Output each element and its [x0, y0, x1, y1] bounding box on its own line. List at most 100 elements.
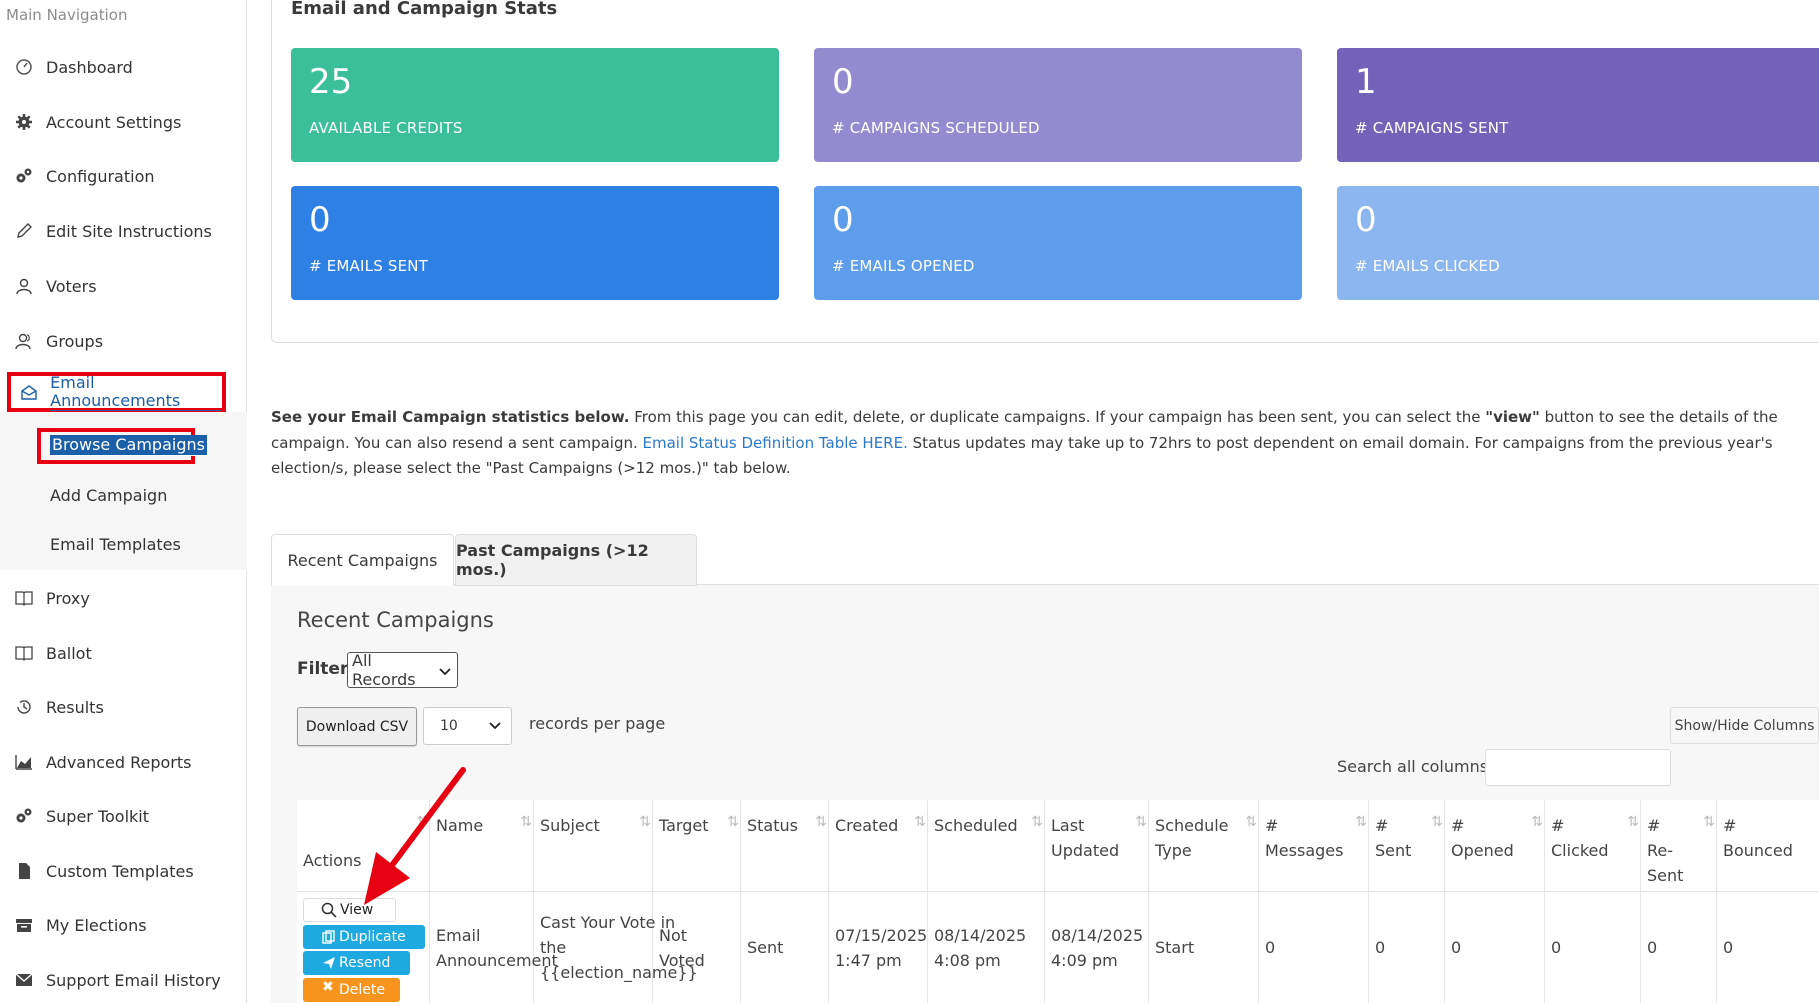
- sidebar-item-ballot[interactable]: Ballot: [0, 633, 247, 673]
- table-header-subject[interactable]: Subject ⇅: [534, 800, 653, 892]
- close-icon: ✖: [322, 979, 334, 995]
- stats-title: Email and Campaign Stats: [291, 0, 558, 19]
- header-label: Actions: [303, 851, 362, 870]
- gears-icon: [14, 806, 34, 826]
- chevron-down-icon: [439, 661, 451, 680]
- sort-icon: ⇅: [727, 814, 739, 830]
- table-header-created[interactable]: Created ⇅: [829, 800, 928, 892]
- sidebar-item-dashboard[interactable]: Dashboard: [0, 47, 247, 87]
- sort-icon: ⇅: [1031, 814, 1043, 830]
- table-cell-messages: 0: [1259, 892, 1369, 1003]
- stat-value: 1: [1355, 62, 1377, 102]
- email-status-link[interactable]: Email Status Definition Table HERE.: [643, 434, 908, 452]
- sidebar-item-account-settings[interactable]: Account Settings: [0, 102, 247, 142]
- sidebar-item-results[interactable]: Results: [0, 687, 247, 727]
- duplicate-label: Duplicate: [339, 929, 406, 945]
- sidebar-item-edit-site-instructions[interactable]: Edit Site Instructions: [0, 211, 247, 251]
- description-view-word: "view": [1485, 408, 1540, 426]
- duplicate-button[interactable]: Duplicate: [303, 925, 425, 949]
- submenu-item-email-templates[interactable]: Email Templates: [50, 535, 181, 554]
- sort-icon: ⇅: [520, 814, 532, 830]
- tab-past-campaigns[interactable]: Past Campaigns (>12 mos.): [455, 534, 697, 586]
- resend-label: Resend: [339, 955, 391, 971]
- header-label: # Messages: [1265, 816, 1344, 860]
- sidebar-item-support-email-history[interactable]: Support Email History: [0, 960, 247, 1000]
- header-label: # Clicked: [1551, 816, 1609, 860]
- tab-recent-campaigns[interactable]: Recent Campaigns: [271, 534, 454, 586]
- sidebar-item-label: Configuration: [46, 166, 155, 186]
- download-csv-button[interactable]: Download CSV: [297, 707, 417, 746]
- history-icon: [14, 697, 34, 717]
- delete-label: Delete: [339, 982, 385, 998]
- header-label: Subject: [540, 816, 600, 835]
- submenu-item-browse-campaigns[interactable]: Browse Campaigns: [50, 435, 207, 456]
- sort-icon: ⇅: [1245, 814, 1257, 830]
- table-header-scheduled[interactable]: Scheduled ⇅: [928, 800, 1045, 892]
- sidebar-item-my-elections[interactable]: My Elections: [0, 905, 247, 945]
- search-input[interactable]: [1485, 749, 1671, 786]
- sidebar-item-label: Dashboard: [46, 57, 133, 77]
- gears-icon: [14, 166, 34, 186]
- chevron-down-icon: [489, 718, 501, 734]
- sidebar-item-configuration[interactable]: Configuration: [0, 156, 247, 196]
- table-cell-clicked: 0: [1545, 892, 1641, 1003]
- header-label: Name: [436, 816, 484, 835]
- view-button[interactable]: View: [303, 898, 396, 922]
- stat-label: # EMAILS SENT: [309, 257, 429, 275]
- table-header-target[interactable]: Target ⇅: [653, 800, 741, 892]
- users-icon: [14, 331, 34, 351]
- stat-value: 0: [309, 200, 331, 240]
- sidebar-item-advanced-reports[interactable]: Advanced Reports: [0, 742, 247, 782]
- table-header-messages[interactable]: # Messages ⇅: [1259, 800, 1369, 892]
- header-label: # Opened: [1451, 816, 1514, 860]
- submenu-item-add-campaign[interactable]: Add Campaign: [50, 486, 167, 505]
- sidebar-item-label: Advanced Reports: [46, 752, 192, 772]
- paper-plane-icon: [323, 957, 335, 969]
- table-header-resent[interactable]: # Re-Sent ⇅: [1641, 800, 1717, 892]
- dashboard-icon: [14, 57, 34, 77]
- table-header-name[interactable]: Name ⇅: [430, 800, 534, 892]
- filter-select[interactable]: All Records: [347, 651, 458, 689]
- resend-button[interactable]: Resend: [303, 951, 410, 975]
- table-header-sent[interactable]: # Sent ⇅: [1369, 800, 1445, 892]
- sidebar-item-label: Email Announcements: [50, 373, 222, 411]
- description-text: From this page you can edit, delete, or …: [629, 408, 1486, 426]
- sidebar-item-groups[interactable]: Groups: [0, 321, 247, 361]
- table-cell-last-updated: 08/14/2025 4:09 pm: [1045, 892, 1149, 1003]
- records-per-page-select[interactable]: 10: [423, 707, 512, 745]
- user-icon: [14, 276, 34, 296]
- table-header-last-updated[interactable]: Last Updated ⇅: [1045, 800, 1149, 892]
- stat-card-campaigns-sent: 1 # CAMPAIGNS SENT: [1337, 48, 1819, 162]
- table-header-status[interactable]: Status ⇅: [741, 800, 829, 892]
- sidebar: Main Navigation Dashboard Account Settin…: [0, 0, 247, 1003]
- stat-label: # CAMPAIGNS SCHEDULED: [832, 119, 1040, 137]
- sort-icon: ⇅: [1531, 814, 1543, 830]
- table-header-actions[interactable]: Actions ⇅: [297, 800, 430, 892]
- search-icon: [321, 902, 337, 918]
- stat-label: # EMAILS CLICKED: [1355, 257, 1500, 275]
- sidebar-item-custom-templates[interactable]: Custom Templates: [0, 851, 247, 891]
- table-cell-schedule-type: Start: [1149, 892, 1259, 1003]
- sidebar-item-email-announcements[interactable]: Email Announcements: [7, 372, 226, 412]
- sidebar-item-super-toolkit[interactable]: Super Toolkit: [0, 796, 247, 836]
- sort-icon: ⇅: [639, 814, 651, 830]
- show-hide-columns-button[interactable]: Show/Hide Columns: [1670, 707, 1819, 744]
- table-header-bounced[interactable]: # Bounced: [1717, 800, 1819, 892]
- table-cell-opened: 0: [1445, 892, 1545, 1003]
- delete-button[interactable]: ✖ Delete: [303, 978, 400, 1002]
- sort-icon: ⇅: [1135, 814, 1147, 830]
- sidebar-item-label: Support Email History: [46, 970, 221, 990]
- table-header-schedule-type[interactable]: Schedule Type ⇅: [1149, 800, 1259, 892]
- per-page-label: records per page: [529, 714, 666, 733]
- page-description: See your Email Campaign statistics below…: [271, 405, 1811, 482]
- search-label: Search all columns:: [1337, 757, 1494, 776]
- sidebar-item-voters[interactable]: Voters: [0, 266, 247, 306]
- table-cell-bounced: 0: [1723, 938, 1734, 957]
- view-label: View: [340, 902, 374, 918]
- sidebar-item-label: Edit Site Instructions: [46, 221, 212, 241]
- table-header-opened[interactable]: # Opened ⇅: [1445, 800, 1545, 892]
- sidebar-item-proxy[interactable]: Proxy: [0, 578, 247, 618]
- envelope-open-icon: [19, 382, 38, 402]
- description-bold: See your Email Campaign statistics below…: [271, 408, 630, 426]
- table-header-clicked[interactable]: # Clicked ⇅: [1545, 800, 1641, 892]
